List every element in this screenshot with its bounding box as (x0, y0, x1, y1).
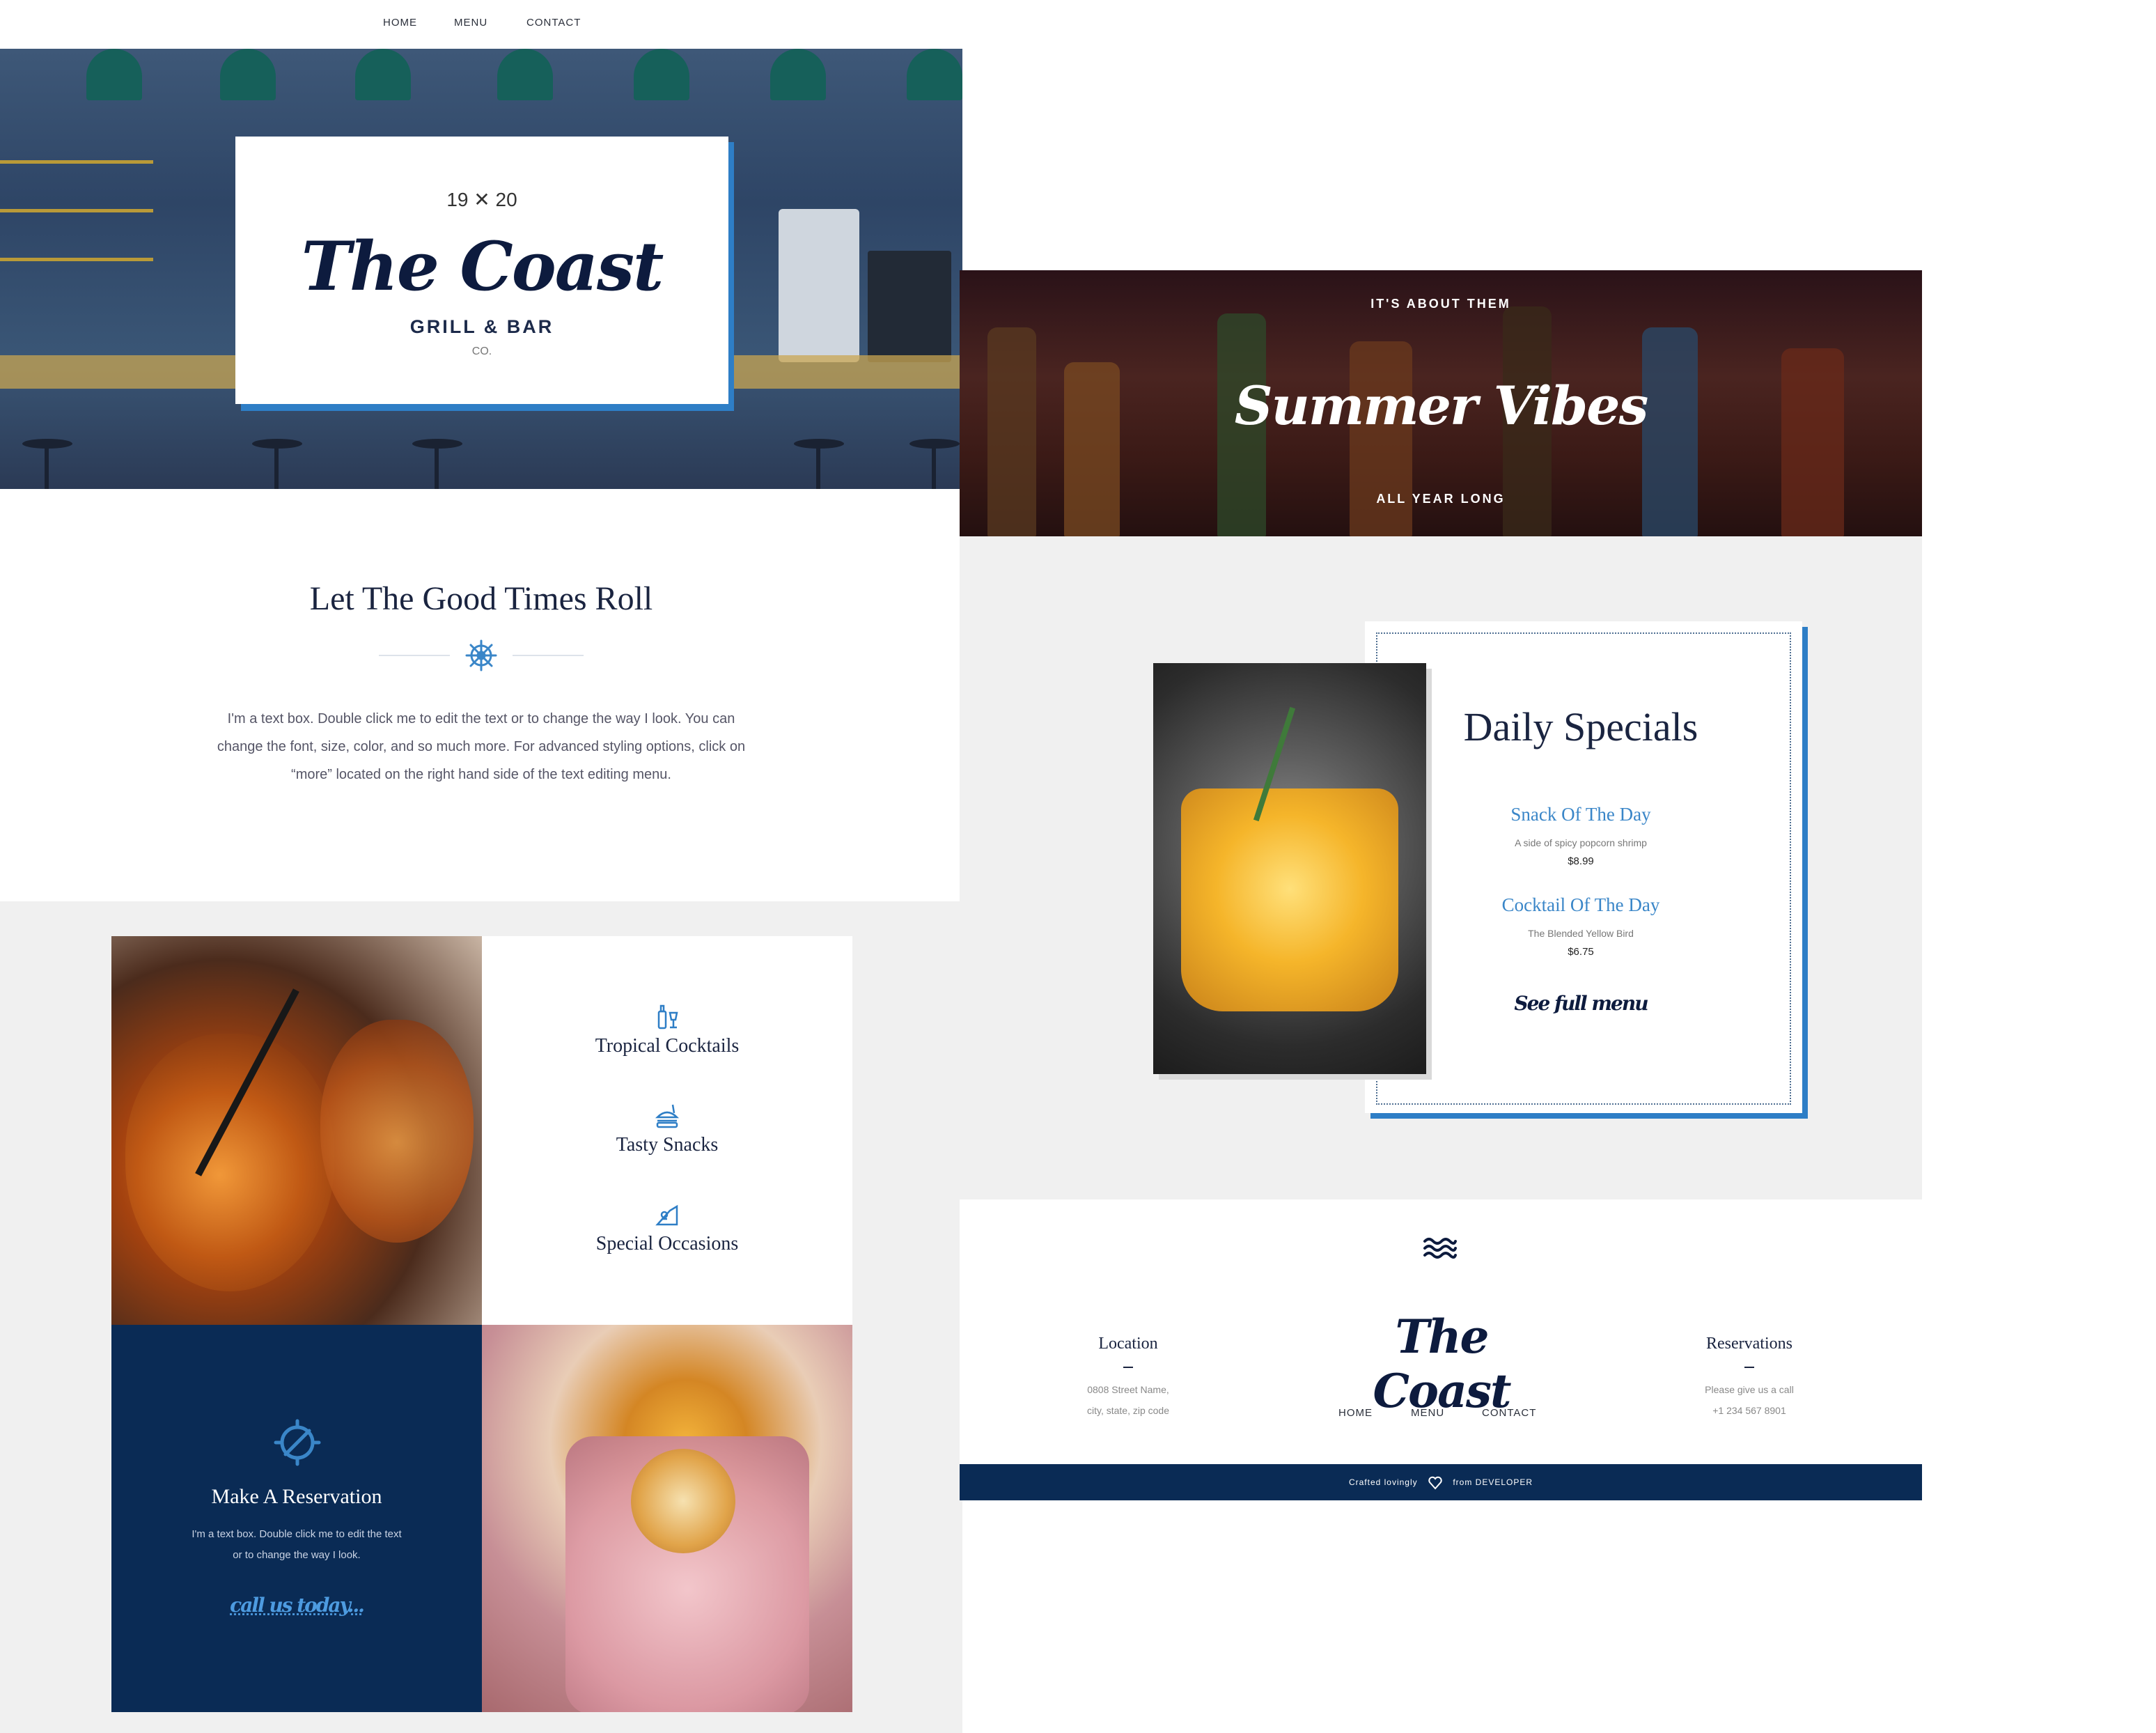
reservation-text: I'm a text box. Double click me to edit … (192, 1528, 402, 1561)
feature-item: Tasty Snacks (482, 1102, 852, 1156)
special-desc: The Blended Yellow Bird (1528, 928, 1634, 939)
special-desc: A side of spicy popcorn shrimp (1515, 837, 1647, 848)
feature-label: Tropical Cocktails (595, 1035, 740, 1057)
special-price: $8.99 (1568, 855, 1594, 867)
stool-leg (274, 447, 279, 489)
heart-icon (1428, 1476, 1442, 1490)
stool-leg (45, 447, 49, 489)
footer-location-title: Location (1098, 1335, 1158, 1353)
summer-banner: IT'S ABOUT THEM Summer Vibes ALL YEAR LO… (960, 270, 1922, 536)
stool-leg (932, 447, 936, 489)
credit-prefix: Crafted lovingly (1348, 1477, 1418, 1487)
hero-card: 19 ✕ 20 The Coast GRILL & BAR CO. (235, 137, 728, 404)
summer-eyebrow: IT'S ABOUT THEM (1370, 297, 1511, 311)
footer-phone: +1 234 567 8901 (1712, 1405, 1786, 1416)
glass-left (125, 1034, 334, 1291)
pendant-lamp (497, 49, 553, 100)
nav-contact-link[interactable]: CONTACT (526, 17, 581, 29)
refrigerator (779, 209, 859, 362)
glass-right (320, 1020, 474, 1243)
special-price: $6.75 (1568, 946, 1594, 958)
footer-address-line: 0808 Street Name, (1087, 1384, 1169, 1395)
cocktails-photo (111, 936, 482, 1325)
bottle (1350, 341, 1412, 536)
feature-label: Special Occasions (595, 1233, 739, 1254)
credit-suffix: from DEVELOPER (1453, 1477, 1533, 1487)
display-fridge (868, 251, 951, 362)
footer-reservations-line: Please give us a call (1705, 1384, 1794, 1395)
burger-drink-icon (655, 1104, 680, 1128)
nav-menu-link[interactable]: MENU (454, 17, 487, 29)
top-navigation: HOME MENU CONTACT (0, 0, 962, 49)
stool-leg (816, 447, 820, 489)
intro-title: Let The Good Times Roll (309, 580, 653, 617)
bottle-glass-icon (657, 1004, 678, 1029)
celebration-icon (655, 1204, 678, 1226)
feature-item: Tropical Cocktails (482, 1003, 852, 1057)
ship-wheel-icon (465, 639, 497, 671)
footer-reservations-title: Reservations (1706, 1335, 1792, 1353)
pendant-lamp (634, 49, 689, 100)
summer-title: Summer Vibes (1234, 375, 1649, 437)
footer-logo: The Coast (1373, 1310, 1512, 1418)
specials-title: Daily Specials (1463, 704, 1698, 749)
yellow-cocktail (1181, 788, 1398, 1011)
cocktail-photo (1153, 663, 1426, 1074)
features-list: Tropical Cocktails Tasty Snacks Special … (482, 936, 852, 1325)
citrus-slice (631, 1449, 735, 1553)
feature-label: Tasty Snacks (616, 1134, 719, 1156)
compass-icon (274, 1419, 321, 1466)
stool-leg (435, 447, 439, 489)
see-full-menu-link[interactable]: See full menu (1435, 992, 1727, 1015)
reservation-title: Make A Reservation (211, 1485, 382, 1508)
footer-dash (1123, 1367, 1133, 1368)
call-us-link[interactable]: call us today... (111, 1594, 482, 1617)
footer-dash (1744, 1367, 1754, 1368)
reservation-panel: Make A Reservation I'm a text box. Doubl… (111, 1325, 482, 1712)
footer-contact-link[interactable]: CONTACT (1482, 1407, 1536, 1419)
hero-year: 19 ✕ 20 (446, 189, 517, 210)
footer-menu-link[interactable]: MENU (1411, 1407, 1444, 1419)
hero-subtitle: GRILL & BAR (409, 316, 554, 337)
hero-title: The Coast (301, 227, 664, 306)
credit-bar: Crafted lovingly from DEVELOPER (960, 1464, 1922, 1500)
wall-shelf (0, 209, 153, 212)
pendant-lamp (220, 49, 276, 100)
footer-home-link[interactable]: HOME (1338, 1407, 1373, 1419)
pendant-lamp (770, 49, 826, 100)
summer-tagline: ALL YEAR LONG (1376, 492, 1506, 506)
divider-line (379, 655, 450, 656)
wall-shelf (0, 160, 153, 164)
pendant-lamp (355, 49, 411, 100)
intro-text: I'm a text box. Double click me to edit … (217, 711, 746, 782)
nav-home-link[interactable]: HOME (383, 17, 417, 29)
wall-shelf (0, 258, 153, 261)
special-name: Cocktail Of The Day (1501, 894, 1660, 915)
feature-item: Special Occasions (482, 1201, 852, 1255)
hero-co: CO. (471, 345, 492, 357)
drinks-photo (482, 1325, 852, 1712)
special-name: Snack Of The Day (1510, 804, 1651, 825)
pendant-lamp (907, 49, 962, 100)
footer-address-line: city, state, zip code (1086, 1405, 1169, 1416)
pendant-lamp (86, 49, 142, 100)
waves-icon (1423, 1238, 1457, 1259)
divider-line (513, 655, 584, 656)
